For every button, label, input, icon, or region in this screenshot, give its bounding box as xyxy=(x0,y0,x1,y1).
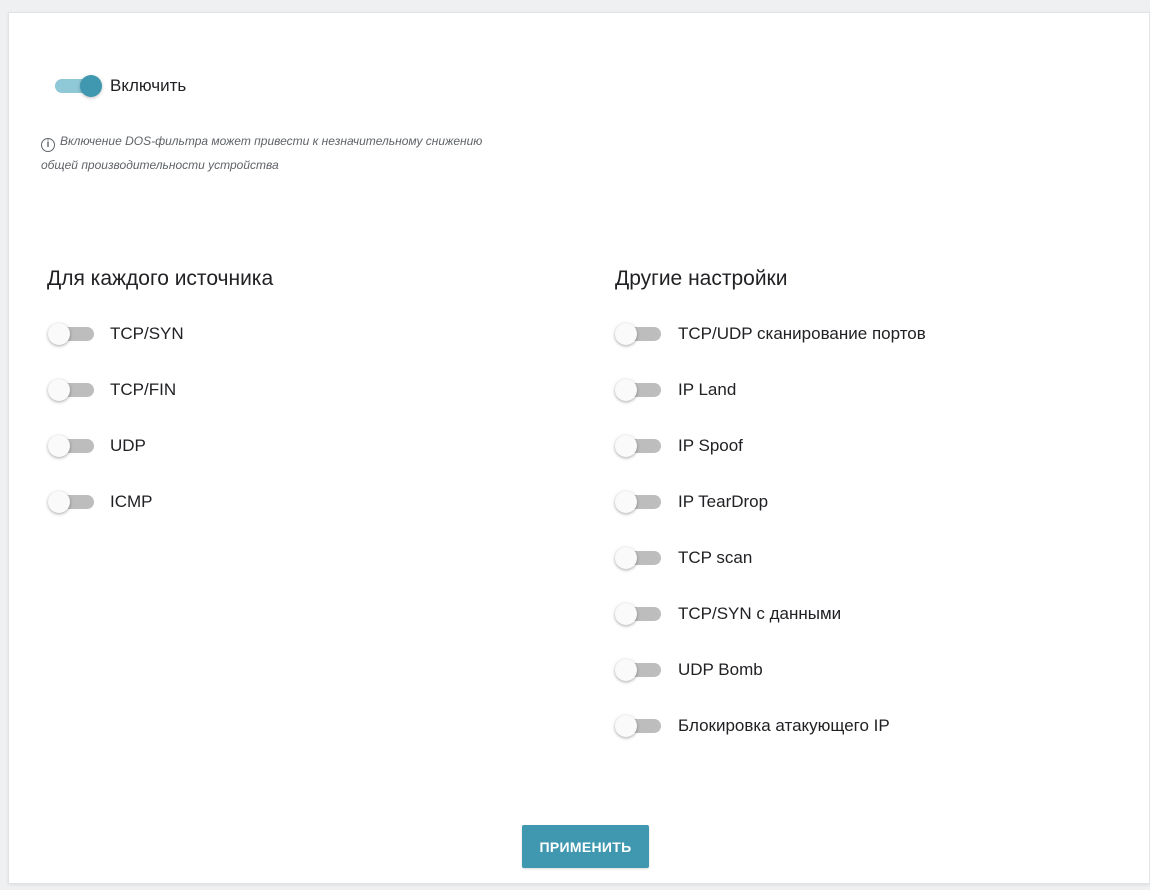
toggle-label-ip-land: IP Land xyxy=(678,380,737,399)
toggle-tcp-syn-data[interactable] xyxy=(615,603,665,625)
notice-text: Включение DOS-фильтра может привести к н… xyxy=(41,134,483,172)
toggle-knob xyxy=(615,435,637,457)
toggle-tcp-syn[interactable] xyxy=(48,323,98,345)
toggle-icmp[interactable] xyxy=(48,491,98,513)
toggle-label-udp-bomb: UDP Bomb xyxy=(678,660,763,679)
per-source-heading: Для каждого источника xyxy=(47,267,274,290)
toggle-tcp-scan[interactable] xyxy=(615,547,665,569)
toggle-ip-spoof[interactable] xyxy=(615,435,665,457)
toggle-knob xyxy=(615,379,637,401)
toggle-knob xyxy=(615,715,637,737)
toggle-label-tcp-syn: TCP/SYN xyxy=(110,324,184,343)
toggle-label-ip-spoof: IP Spoof xyxy=(678,436,743,455)
toggle-knob xyxy=(48,379,70,401)
toggle-knob xyxy=(615,491,637,513)
performance-notice: i Включение DOS-фильтра может привести к … xyxy=(41,129,521,177)
apply-button[interactable]: ПРИМЕНИТЬ xyxy=(522,825,649,868)
toggle-label-tcp-scan: TCP scan xyxy=(678,548,753,567)
toggle-label-port-scan: TCP/UDP сканирование портов xyxy=(678,324,926,343)
toggle-knob xyxy=(615,323,637,345)
enable-label: Включить xyxy=(110,76,187,95)
toggle-port-scan[interactable] xyxy=(615,323,665,345)
other-settings-heading: Другие настройки xyxy=(615,267,788,290)
toggle-knob xyxy=(615,659,637,681)
toggle-knob xyxy=(615,603,637,625)
toggle-label-block-attacker-ip: Блокировка атакующего IP xyxy=(678,716,890,735)
info-icon: i xyxy=(41,138,55,152)
toggle-label-udp: UDP xyxy=(110,436,146,455)
toggle-label-icmp: ICMP xyxy=(110,492,153,511)
toggle-ip-land[interactable] xyxy=(615,379,665,401)
toggle-block-attacker-ip[interactable] xyxy=(615,715,665,737)
toggle-knob xyxy=(48,323,70,345)
toggle-knob xyxy=(615,547,637,569)
toggle-knob xyxy=(80,75,102,97)
toggle-label-tcp-syn-data: TCP/SYN с данными xyxy=(678,604,842,623)
enable-toggle[interactable] xyxy=(52,75,102,97)
toggle-udp[interactable] xyxy=(48,435,98,457)
toggle-label-tcp-fin: TCP/FIN xyxy=(110,380,177,399)
toggle-tcp-fin[interactable] xyxy=(48,379,98,401)
toggle-udp-bomb[interactable] xyxy=(615,659,665,681)
toggle-knob xyxy=(48,491,70,513)
toggle-ip-teardrop[interactable] xyxy=(615,491,665,513)
toggle-label-ip-teardrop: IP TearDrop xyxy=(678,492,769,511)
toggle-knob xyxy=(48,435,70,457)
